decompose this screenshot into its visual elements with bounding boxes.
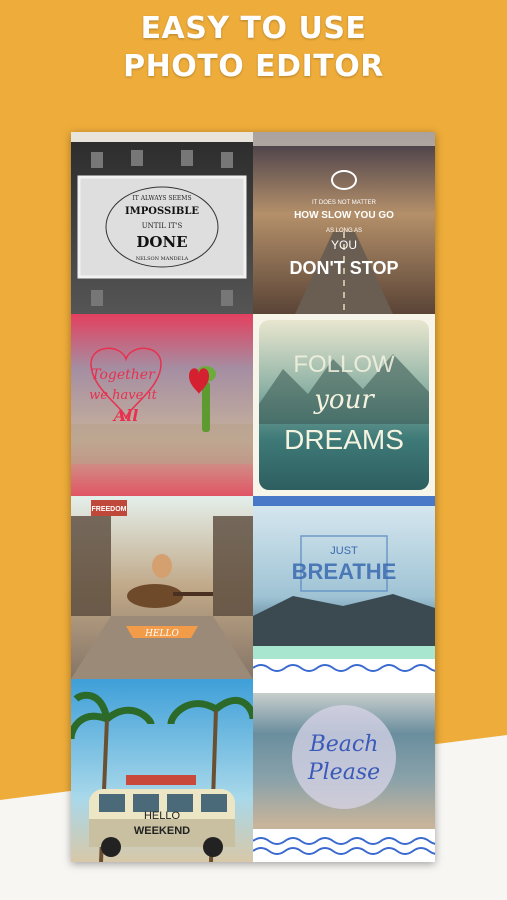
headline: EASY TO USE PHOTO EDITOR — [0, 10, 507, 86]
tile-1-line-3: UNTIL IT'S — [142, 222, 183, 230]
photo-tile-just-breathe[interactable]: JUST BREATHE — [253, 496, 435, 679]
headline-line-1: EASY TO USE — [140, 11, 367, 46]
photo-tile-beach-please[interactable]: Beach Please — [253, 679, 435, 862]
tile-2-line-3: AS LONG AS — [326, 228, 362, 234]
photo-tile-together[interactable]: Together we have it All — [71, 314, 253, 496]
tile-1-line-4: DONE — [136, 233, 187, 251]
tile-4-line-1: FOLLOW — [293, 351, 395, 378]
tile-5-line-2: HELLO — [144, 629, 179, 639]
tile-4-line-3: DREAMS — [284, 424, 404, 455]
tile-7-line-2: WEEKEND — [134, 825, 190, 837]
tile-7-line-1: HELLO — [144, 810, 181, 822]
photo-tile-hello-weekend[interactable]: HELLO WEEKEND — [71, 679, 253, 862]
tile-3-line-3: All — [112, 406, 139, 425]
tile-5-line-1: FREEDOM — [92, 506, 127, 513]
tile-2-line-5: DON'T STOP — [290, 258, 399, 278]
headline-line-2: PHOTO EDITOR — [123, 49, 384, 84]
tile-2-line-1: IT DOES NOT MATTER — [312, 200, 377, 206]
tile-8-line-2: Please — [307, 760, 380, 785]
tile-3-line-2: we have it — [89, 388, 157, 403]
tile-3-line-1: Together — [91, 367, 156, 383]
tile-1-line-1: IT ALWAYS SEEMS — [132, 195, 191, 202]
tile-1-line-2: IMPOSSIBLE — [125, 206, 199, 217]
tile-2-line-4: YOU — [331, 238, 357, 252]
tile-2-line-2: HOW SLOW YOU GO — [294, 210, 394, 221]
photo-tile-hello-guitar[interactable]: FREEDOM HELLO — [71, 496, 253, 679]
tile-6-line-1: JUST — [330, 545, 358, 557]
tile-8-line-1: Beach — [309, 732, 379, 757]
photo-tile-dont-stop[interactable]: IT DOES NOT MATTER HOW SLOW YOU GO AS LO… — [253, 132, 435, 314]
tile-6-line-2: BREATHE — [292, 559, 397, 584]
tile-1-line-5: NELSON MANDELA — [136, 256, 189, 262]
photo-collage-grid: IT ALWAYS SEEMS IMPOSSIBLE UNTIL IT'S DO… — [71, 132, 435, 862]
tile-4-line-2: your — [313, 385, 375, 415]
photo-tile-impossible[interactable]: IT ALWAYS SEEMS IMPOSSIBLE UNTIL IT'S DO… — [71, 132, 253, 314]
photo-tile-follow-dreams[interactable]: FOLLOW your DREAMS — [253, 314, 435, 496]
